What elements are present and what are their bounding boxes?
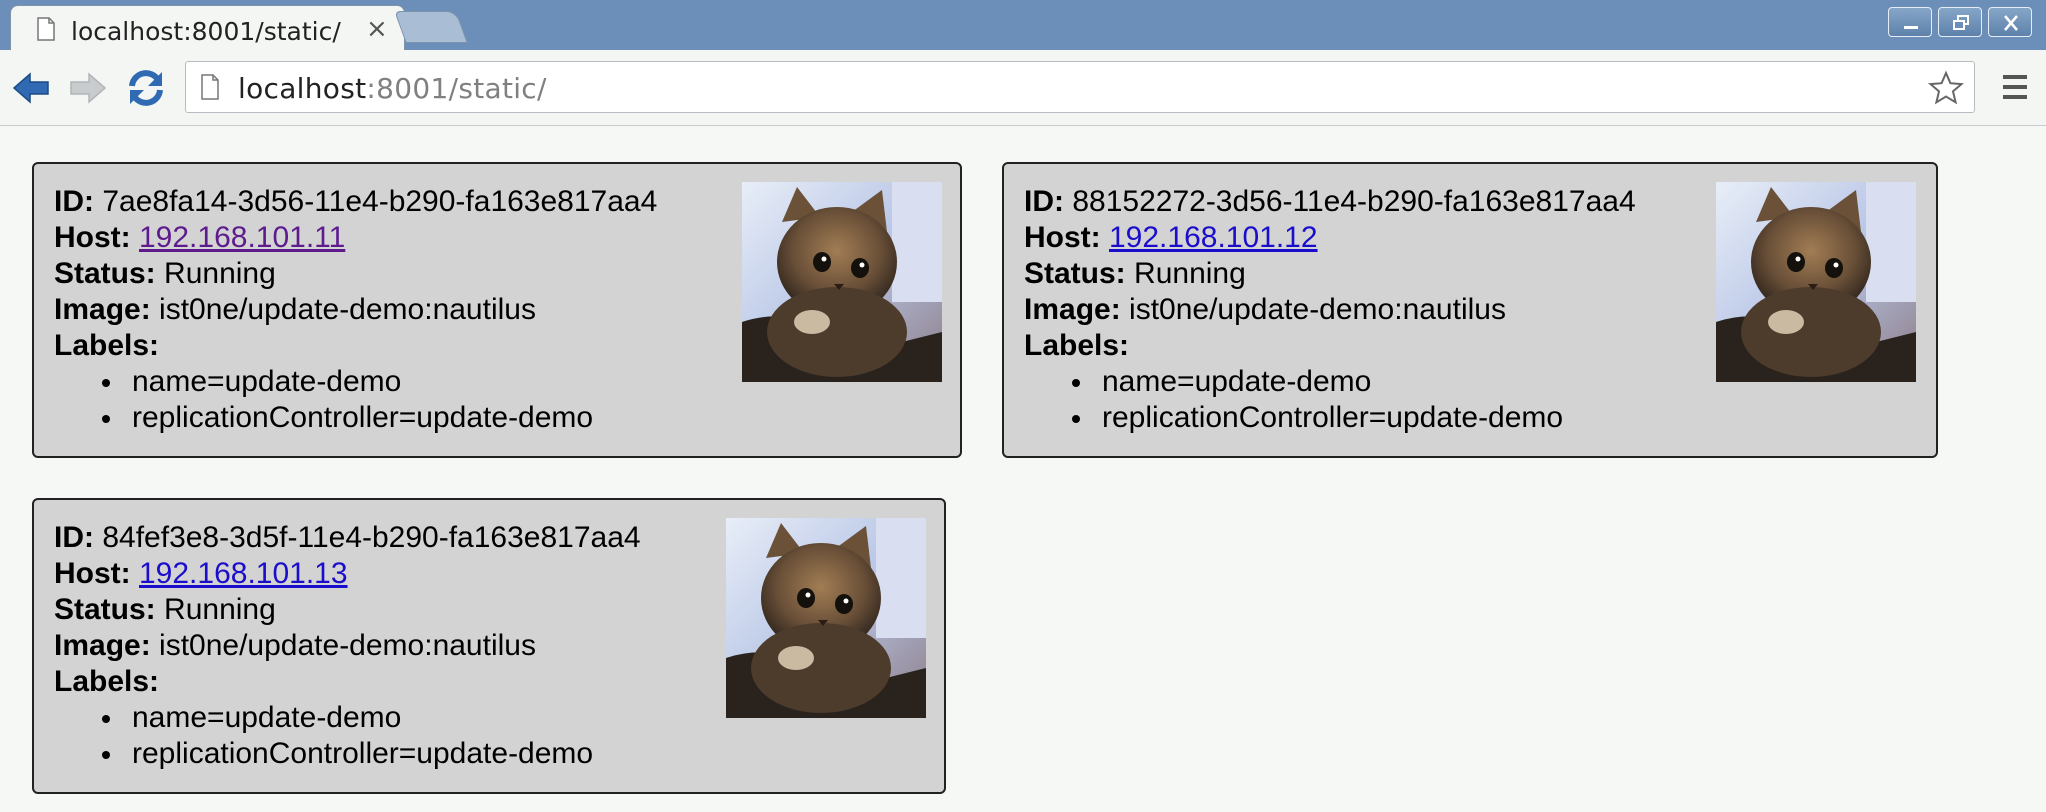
- new-tab-button[interactable]: [394, 11, 468, 43]
- url-text: localhost:8001/static/: [238, 72, 547, 105]
- host-link[interactable]: 192.168.101.12: [1109, 221, 1318, 254]
- address-bar[interactable]: localhost:8001/static/: [185, 61, 1975, 113]
- restore-button[interactable]: [1938, 7, 1982, 37]
- labels-list: name=update-demo replicationController=u…: [1024, 364, 1636, 436]
- pod-image: ist0ne/update-demo:nautilus: [159, 629, 536, 662]
- labels-label: Labels:: [54, 665, 160, 698]
- minimize-button[interactable]: [1888, 7, 1932, 37]
- status-label: Status:: [54, 593, 156, 626]
- pod-status: Running: [164, 257, 276, 290]
- id-label: ID:: [54, 521, 94, 554]
- labels-label: Labels:: [1024, 329, 1130, 362]
- pod-status: Running: [1134, 257, 1246, 290]
- url-host: localhost: [238, 72, 367, 105]
- pod-status: Running: [164, 593, 276, 626]
- list-item: name=update-demo: [102, 700, 641, 736]
- list-item: replicationController=update-demo: [102, 400, 657, 436]
- back-arrow-icon: [12, 72, 49, 104]
- back-button[interactable]: [10, 66, 54, 110]
- url-path: :8001/static/: [366, 72, 547, 105]
- image-label: Image:: [54, 293, 151, 326]
- kitten-image: [1716, 182, 1916, 382]
- pod-details: ID: 7ae8fa14-3d56-11e4-b290-fa163e817aa4…: [54, 184, 657, 436]
- list-item: name=update-demo: [1072, 364, 1636, 400]
- hamburger-menu-icon: [2003, 75, 2027, 99]
- bookmark-star-icon[interactable]: [1928, 70, 1964, 111]
- minimize-icon: [1904, 26, 1918, 29]
- pod-card: ID: 88152272-3d56-11e4-b290-fa163e817aa4…: [1002, 162, 1938, 458]
- title-bar: localhost:8001/static/ ×: [0, 0, 2046, 50]
- status-label: Status:: [1024, 257, 1126, 290]
- reload-icon: [129, 70, 163, 106]
- list-item: replicationController=update-demo: [102, 736, 641, 772]
- status-label: Status:: [54, 257, 156, 290]
- page-content: ID: 7ae8fa14-3d56-11e4-b290-fa163e817aa4…: [0, 127, 2046, 812]
- pod-card: ID: 84fef3e8-3d5f-11e4-b290-fa163e817aa4…: [32, 498, 946, 794]
- kitten-image: [742, 182, 942, 382]
- pod-id: 84fef3e8-3d5f-11e4-b290-fa163e817aa4: [102, 521, 641, 554]
- host-label: Host:: [54, 221, 131, 254]
- labels-label: Labels:: [54, 329, 160, 362]
- pod-card: ID: 7ae8fa14-3d56-11e4-b290-fa163e817aa4…: [32, 162, 962, 458]
- tab-close-icon[interactable]: ×: [366, 14, 388, 44]
- restore-icon: [1953, 15, 1969, 30]
- pod-details: ID: 88152272-3d56-11e4-b290-fa163e817aa4…: [1024, 184, 1636, 436]
- pod-id: 88152272-3d56-11e4-b290-fa163e817aa4: [1072, 185, 1636, 218]
- host-label: Host:: [1024, 221, 1101, 254]
- labels-list: name=update-demo replicationController=u…: [54, 364, 657, 436]
- host-link[interactable]: 192.168.101.13: [139, 557, 348, 590]
- pod-image: ist0ne/update-demo:nautilus: [1129, 293, 1506, 326]
- kitten-image: [726, 518, 926, 718]
- id-label: ID:: [54, 185, 94, 218]
- host-link[interactable]: 192.168.101.11: [139, 221, 345, 254]
- close-window-button[interactable]: [1988, 7, 2032, 37]
- labels-list: name=update-demo replicationController=u…: [54, 700, 641, 772]
- browser-tab[interactable]: localhost:8001/static/ ×: [10, 5, 405, 50]
- browser-toolbar: localhost:8001/static/: [0, 50, 2046, 126]
- tab-title: localhost:8001/static/: [71, 17, 341, 46]
- reload-button[interactable]: [124, 66, 168, 110]
- pod-details: ID: 84fef3e8-3d5f-11e4-b290-fa163e817aa4…: [54, 520, 641, 772]
- pod-image: ist0ne/update-demo:nautilus: [159, 293, 536, 326]
- host-label: Host:: [54, 557, 131, 590]
- image-label: Image:: [54, 629, 151, 662]
- list-item: replicationController=update-demo: [1072, 400, 1636, 436]
- pod-id: 7ae8fa14-3d56-11e4-b290-fa163e817aa4: [102, 185, 658, 218]
- close-icon: [2004, 15, 2018, 31]
- page-icon: [200, 74, 220, 105]
- list-item: name=update-demo: [102, 364, 657, 400]
- image-label: Image:: [1024, 293, 1121, 326]
- forward-arrow-icon: [70, 72, 107, 104]
- id-label: ID:: [1024, 185, 1064, 218]
- forward-button[interactable]: [65, 66, 109, 110]
- browser-menu-button[interactable]: [2000, 72, 2030, 102]
- page-icon: [36, 17, 56, 41]
